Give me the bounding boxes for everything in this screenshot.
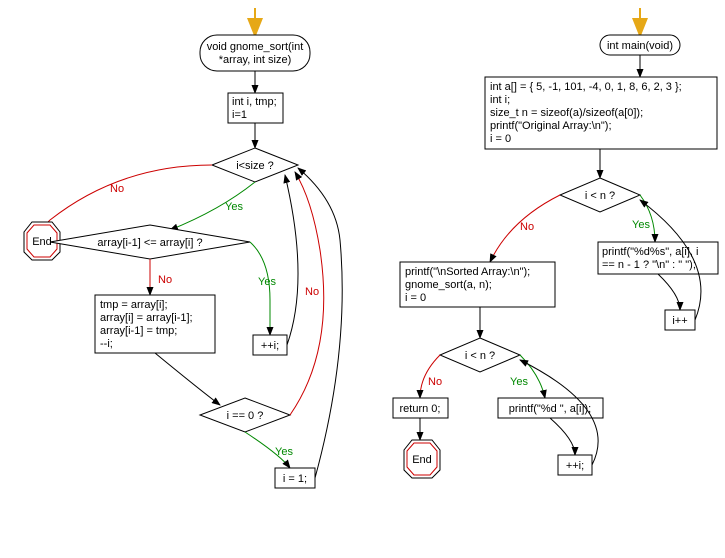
func-sig-line2: *array, int size) [219, 54, 292, 66]
node-inc1: i++ [665, 310, 695, 330]
sorted-l1: printf("\nSorted Array:\n"); [405, 266, 530, 278]
swap-l3: array[i-1] = tmp; [100, 325, 177, 337]
inc2-text: ++i; [566, 460, 584, 472]
label-yes: Yes [258, 276, 276, 288]
end2-text: End [412, 454, 432, 466]
label-yes: Yes [275, 446, 293, 458]
label-no: No [428, 376, 442, 388]
node-print1: printf("%d%s", a[i], i == n - 1 ? "\n" :… [598, 242, 718, 274]
edge [155, 353, 220, 405]
main-init-l3: size_t n = sizeof(a)/sizeof(a[0]); [490, 107, 643, 119]
swap-l4: --i; [100, 338, 113, 350]
swap-l1: tmp = array[i]; [100, 299, 168, 311]
print1-l1: printf("%d%s", a[i], i [602, 246, 698, 258]
main-init-l4: printf("Original Array:\n"); [490, 120, 612, 132]
main-init-l2: int i; [490, 94, 510, 106]
print2-text: printf("%d ", a[i]); [509, 403, 591, 415]
node-cond-cmp: array[i-1] <= array[i] ? [50, 225, 250, 259]
cond2-text: i < n ? [465, 350, 495, 362]
node-init: int i, tmp; i=1 [228, 93, 283, 123]
edge-no [40, 165, 212, 230]
print1-l2: == n - 1 ? "\n" : " "); [602, 259, 696, 271]
inc-i-text: ++i; [261, 340, 279, 352]
node-inc-i: ++i; [253, 335, 287, 355]
node-end2: End [404, 440, 440, 478]
sorted-l2: gnome_sort(a, n); [405, 279, 492, 291]
label-yes: Yes [632, 219, 650, 231]
inc1-text: i++ [672, 315, 687, 327]
func-sig-line1: void gnome_sort(int [207, 41, 304, 53]
cond-zero-text: i == 0 ? [227, 410, 264, 422]
edge [550, 418, 575, 455]
flowchart-gnome-sort: void gnome_sort(int *array, int size) in… [24, 8, 342, 488]
label-yes: Yes [510, 376, 528, 388]
node-inc2: ++i; [558, 455, 592, 475]
main-init-l1: int a[] = { 5, -1, 101, -4, 0, 1, 8, 6, … [490, 81, 682, 93]
end-text: End [32, 236, 52, 248]
node-set-one: i = 1; [275, 468, 315, 488]
set-one-text: i = 1; [283, 473, 307, 485]
sorted-l3: i = 0 [405, 292, 426, 304]
cond-cmp-text: array[i-1] <= array[i] ? [97, 237, 202, 249]
node-print2: printf("%d ", a[i]); [498, 398, 603, 418]
edge [298, 168, 342, 478]
init-l2: i=1 [232, 109, 247, 121]
cond1-text: i < n ? [585, 190, 615, 202]
label-no: No [158, 274, 172, 286]
main-init-l5: i = 0 [490, 133, 511, 145]
node-func-sig: void gnome_sort(int *array, int size) [200, 35, 310, 71]
label-no: No [520, 221, 534, 233]
swap-l2: array[i] = array[i-1]; [100, 312, 193, 324]
edge [285, 175, 298, 345]
edge-yes [250, 242, 270, 335]
flowchart-main: int main(void) int a[] = { 5, -1, 101, -… [393, 8, 718, 478]
label-no: No [305, 286, 319, 298]
label-no: No [110, 183, 124, 195]
node-cond1: i < n ? [560, 178, 640, 212]
cond-size-text: i<size ? [236, 160, 274, 172]
node-main-sig: int main(void) [600, 35, 680, 55]
node-cond2: i < n ? [440, 338, 520, 372]
node-swap: tmp = array[i]; array[i] = array[i-1]; a… [95, 295, 215, 353]
label-yes: Yes [225, 201, 243, 213]
node-cond-zero: i == 0 ? [200, 398, 290, 432]
node-main-init: int a[] = { 5, -1, 101, -4, 0, 1, 8, 6, … [485, 77, 717, 149]
edge [658, 274, 680, 310]
init-l1: int i, tmp; [232, 96, 277, 108]
node-return: return 0; [393, 398, 448, 418]
return-text: return 0; [400, 403, 441, 415]
node-sorted-block: printf("\nSorted Array:\n"); gnome_sort(… [400, 262, 555, 307]
main-sig-text: int main(void) [607, 40, 673, 52]
